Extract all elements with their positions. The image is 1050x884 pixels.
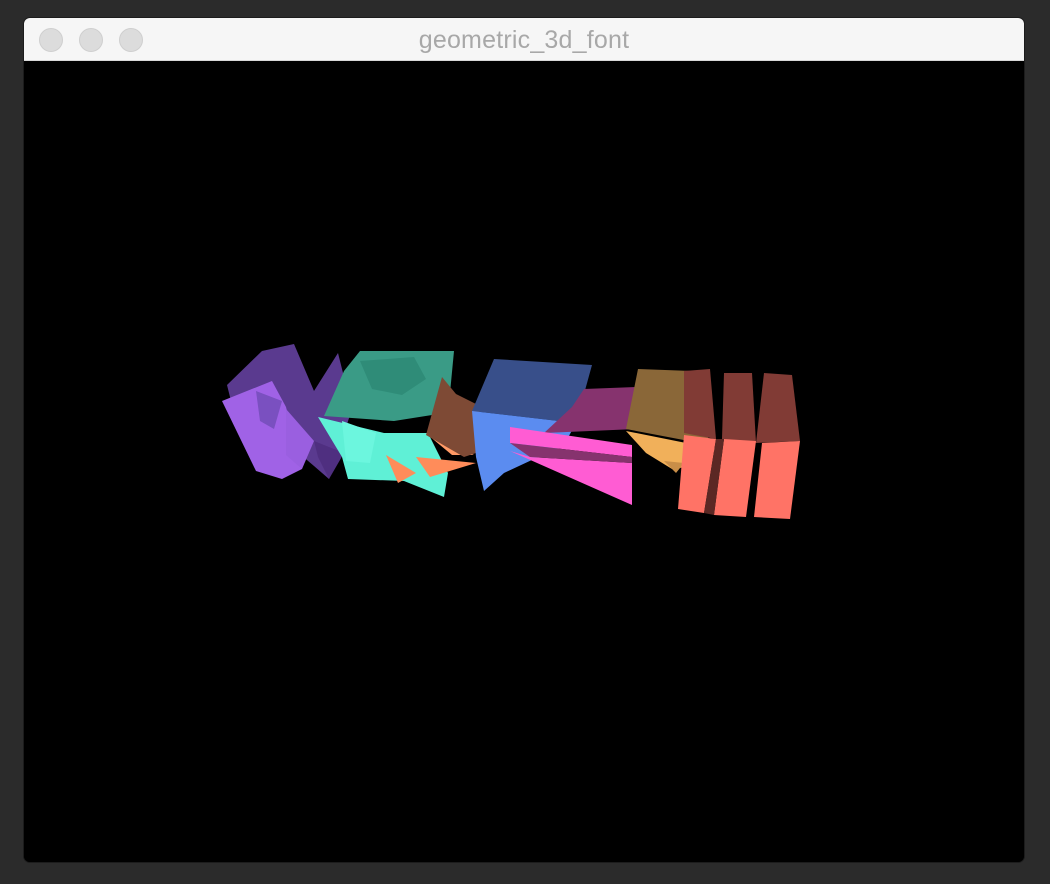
- title-bar[interactable]: geometric_3d_font: [24, 18, 1024, 61]
- salmon-bar-3-side: [756, 373, 800, 443]
- app-window: geometric_3d_font: [24, 18, 1024, 862]
- teal-front-shade: [342, 421, 376, 463]
- glyph-salmon: [678, 369, 800, 519]
- salmon-bar-3-front: [754, 441, 800, 519]
- 3d-scene: [222, 344, 800, 519]
- window-title: geometric_3d_font: [418, 26, 630, 54]
- render-viewport[interactable]: [24, 61, 1024, 862]
- salmon-bar-2-side: [722, 373, 756, 443]
- salmon-bar-1-side: [684, 369, 716, 439]
